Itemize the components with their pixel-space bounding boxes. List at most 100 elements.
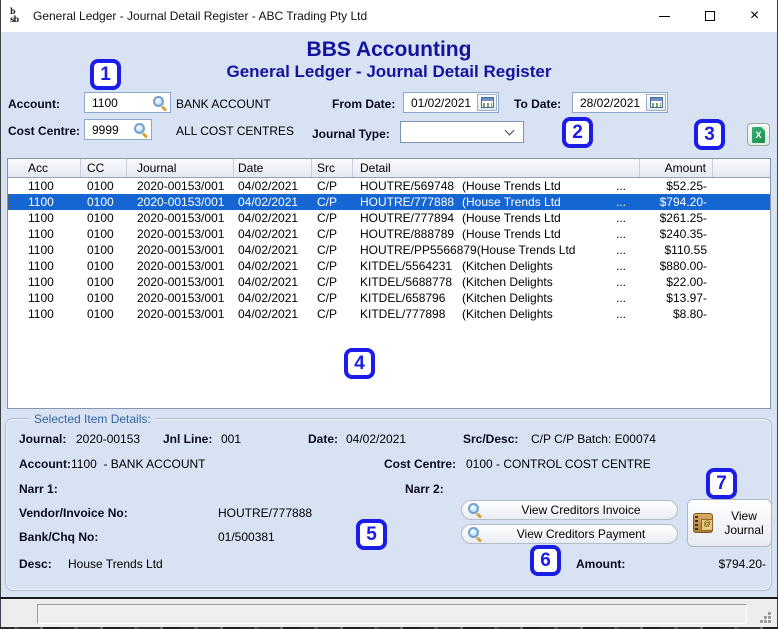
cell-cc: 0100 [87,243,114,257]
cell-journal: 2020-00153/001 [137,291,225,305]
table-row[interactable]: 1100 0100 2020-00153/001 04/02/2021 C/P HOUTR… [8,194,770,210]
journal-type-select[interactable] [400,121,524,143]
from-date-input[interactable]: 01/02/2021 [403,92,499,113]
cell-cc: 0100 [87,259,114,273]
view-journal-label: View Journal [724,509,764,537]
cell-src: C/P [317,259,338,273]
table-row[interactable]: 1100 0100 2020-00153/001 04/02/2021 C/P HOUTR… [8,242,770,258]
cell-amount: $52.25- [666,179,707,193]
detail-desc-value: House Trends Ltd [68,557,163,571]
cell-date: 04/02/2021 [238,227,299,241]
table-row[interactable]: 1100 0100 2020-00153/001 04/02/2021 C/P HOUTR… [8,210,770,226]
cost-centre-input[interactable]: 9999 [84,119,152,140]
cost-centre-desc: ALL COST CENTRES [176,124,295,138]
journal-table: Acc CC Journal Date Src Detail Amount 11… [7,158,771,409]
cell-filler [713,226,770,242]
detail-src-desc-label: Src/Desc: [463,432,519,446]
cell-amount: $8.80- [672,307,707,321]
detail-account-value: 1100 - BANK ACCOUNT [71,457,206,471]
detail-narr1-label: Narr 1: [19,482,58,496]
cell-journal: 2020-00153/001 [137,195,225,209]
table-row[interactable]: 1100 0100 2020-00153/001 04/02/2021 C/P HOUTR… [8,226,770,242]
view-creditors-invoice-button[interactable]: View Creditors Invoice [461,500,678,520]
cell-acc: 1100 [28,259,54,273]
chevron-down-icon [504,125,515,135]
to-date-calendar-button[interactable] [646,94,666,111]
table-row[interactable]: 1100 0100 2020-00153/001 04/02/2021 C/P KITDE… [8,274,770,290]
table-row[interactable]: 1100 0100 2020-00153/001 04/02/2021 C/P KITDE… [8,258,770,274]
detail-amount-value: $794.20- [718,557,766,571]
window-title: General Ledger - Journal Detail Register… [33,9,368,23]
detail-journal-value: 2020-00153 [76,432,141,446]
cell-acc: 1100 [28,307,54,321]
cell-detail: KITDEL/5688778 (Kitchen Delights... [360,275,626,289]
column-header-filler [713,159,770,177]
annotation-1: 1 [90,59,121,90]
selected-item-details-panel: Selected Item Details: Journal: 2020-001… [5,412,772,591]
column-header-acc[interactable]: Acc [8,159,81,177]
minimize-button[interactable] [642,0,687,32]
from-date-calendar-button[interactable] [477,94,497,111]
table-row[interactable]: 1100 0100 2020-00153/001 04/02/2021 C/P KITDE… [8,290,770,306]
cell-date: 04/02/2021 [238,259,299,273]
cell-filler [713,178,770,194]
table-row[interactable]: 1100 0100 2020-00153/001 04/02/2021 C/P HOUTR… [8,178,770,194]
view-creditors-payment-button[interactable]: View Creditors Payment [461,524,678,544]
cell-journal: 2020-00153/001 [137,307,225,321]
cell-amount: $240.35- [659,227,707,241]
maximize-button[interactable] [687,0,732,32]
column-header-amount[interactable]: Amount [640,159,713,177]
cell-date: 04/02/2021 [238,275,299,289]
account-lookup-icon[interactable] [153,95,168,112]
cell-amount: $22.00- [666,275,707,289]
detail-vendor-invoice-label: Vendor/Invoice No: [19,506,128,520]
resize-grip-icon[interactable] [757,609,771,623]
cell-detail: KITDEL/658796 (Kitchen Delights... [360,291,626,305]
to-date-value: 28/02/2021 [580,95,641,110]
cost-centre-lookup-icon[interactable] [134,122,149,139]
cell-acc: 1100 [28,179,54,193]
calendar-icon [649,97,663,108]
cell-detail: HOUTRE/PP5566879 (House Trends Ltd... [360,243,626,257]
cell-acc: 1100 [28,275,54,289]
cell-src: C/P [317,179,338,193]
close-button[interactable]: × [732,0,777,32]
app-title: BBS Accounting [306,38,472,61]
close-icon: × [749,7,760,24]
column-header-src[interactable]: Src [312,159,353,177]
column-header-journal[interactable]: Journal [127,159,234,177]
column-header-detail[interactable]: Detail [353,159,640,177]
from-date-label: From Date: [332,97,396,111]
to-date-label: To Date: [514,97,562,111]
cell-src: C/P [317,291,338,305]
account-input[interactable]: 1100 [84,92,171,113]
table-row[interactable]: 1100 0100 2020-00153/001 04/02/2021 C/P KITDE… [8,306,770,322]
cell-amount: $261.25- [659,211,707,225]
table-header-row: Acc CC Journal Date Src Detail Amount [8,159,770,178]
cell-date: 04/02/2021 [238,307,299,321]
status-message-panel [37,604,747,624]
excel-export-button[interactable]: X [747,123,770,146]
annotation-3: 3 [694,119,725,150]
cell-cc: 0100 [87,275,114,289]
to-date-input[interactable]: 28/02/2021 [572,92,668,113]
column-header-cc[interactable]: CC [81,159,127,177]
cell-acc: 1100 [28,243,54,257]
cell-journal: 2020-00153/001 [137,275,225,289]
view-journal-button[interactable]: View Journal [687,499,772,547]
cell-amount: $110.55 [664,243,708,257]
journal-type-label: Journal Type: [312,127,390,141]
column-header-date[interactable]: Date [234,159,312,177]
cell-src: C/P [317,275,338,289]
cell-filler [713,210,770,226]
cell-date: 04/02/2021 [238,291,299,305]
detail-narr2-label: Narr 2: [405,482,444,496]
journal-table-body: 1100 0100 2020-00153/001 04/02/2021 C/P HOUTR… [8,178,770,322]
detail-jnl-line-label: Jnl Line: [163,432,213,446]
annotation-5: 5 [356,519,387,550]
view-creditors-payment-label: View Creditors Payment [516,527,646,541]
cell-amount: $880.00- [659,259,707,273]
cell-filler [713,306,770,322]
detail-account-label: Account: [19,457,71,471]
detail-date-value: 04/02/2021 [346,432,407,446]
